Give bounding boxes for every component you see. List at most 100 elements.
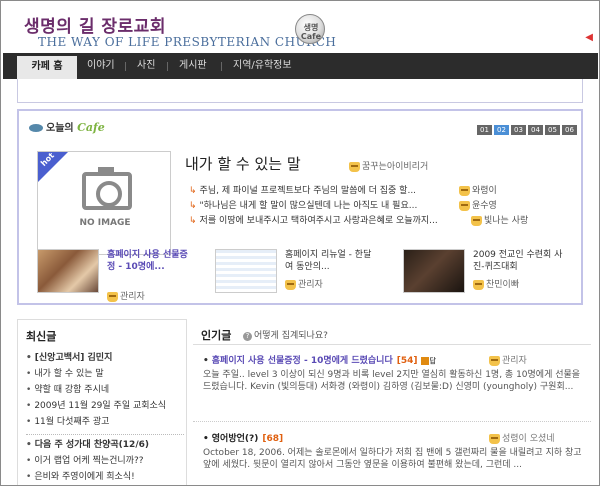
how-counted-link[interactable]: ? 어떻게 집계되나요? bbox=[243, 328, 328, 341]
user-level-icon bbox=[473, 279, 484, 290]
featured-thumbnail[interactable]: hot NO IMAGE bbox=[37, 151, 171, 255]
logo-korean[interactable]: 생명의 길 장로교회 bbox=[24, 12, 166, 37]
list-item[interactable]: 내가 할 수 있는 말 bbox=[26, 366, 184, 382]
nav-divider bbox=[221, 62, 222, 71]
no-image-label: NO IMAGE bbox=[79, 218, 131, 228]
list-item[interactable]: [신앙고백서] 김민지 bbox=[26, 350, 184, 366]
reply-user[interactable]: 빛나는 사랑 bbox=[471, 213, 528, 226]
reply-arrow-icon: ↳ bbox=[189, 216, 197, 226]
main-nav: 카페 홈 이야기 사진 게시판 지역/유학정보 bbox=[3, 53, 598, 79]
user-level-icon bbox=[459, 185, 470, 196]
mini-post-title[interactable]: 2009 전교인 수련회 사진-퀴즈대회 bbox=[473, 249, 569, 273]
featured-author-name: 꿈꾸는아이비리거 bbox=[362, 162, 429, 172]
popular-heading: 인기글 bbox=[201, 329, 232, 342]
reply-user-name: 와령이 bbox=[472, 186, 497, 196]
tab-board[interactable]: 게시판 bbox=[179, 53, 207, 79]
popular-posts-panel: 인기글 ?어떻게 집계되나요? 홈페이지 사용 선물증정 - 10명에게 드렸습… bbox=[193, 319, 591, 485]
speech-bubble-icon bbox=[29, 124, 43, 132]
post-author[interactable]: 관리자 bbox=[489, 353, 527, 366]
page-selector: 01 02 03 04 05 06 bbox=[475, 125, 577, 135]
reply-user[interactable]: 와령이 bbox=[459, 183, 497, 196]
post-title-text: 영어방언(?) bbox=[211, 434, 259, 444]
sub-bar bbox=[17, 79, 583, 103]
list-item[interactable]: 다음 주 성가대 찬양곡(12/6) bbox=[26, 437, 184, 453]
divider bbox=[193, 421, 591, 422]
page-button-02[interactable]: 02 bbox=[494, 125, 509, 135]
list-item[interactable]: 2009년 11월 29일 주일 교회소식 bbox=[26, 398, 184, 414]
post-author-name: 관리자 bbox=[502, 356, 527, 366]
cafe-cup-label-2: Cafe bbox=[300, 32, 322, 41]
reply-arrow-icon: ↳ bbox=[189, 186, 197, 196]
post-thumbnail[interactable] bbox=[403, 249, 465, 293]
popular-post-title[interactable]: 홈페이지 사용 선물증정 - 10명에게 드렸습니다[54] 답 bbox=[203, 353, 436, 366]
recent-posts-panel: 최신글 [신앙고백서] 김민지 내가 할 수 있는 말 약할 때 강함 주시네 … bbox=[17, 319, 187, 485]
tab-photos[interactable]: 사진 bbox=[137, 53, 155, 79]
recent-list: [신앙고백서] 김민지 내가 할 수 있는 말 약할 때 강함 주시네 2009… bbox=[26, 350, 184, 485]
page-button-06[interactable]: 06 bbox=[562, 125, 577, 135]
user-level-icon bbox=[285, 279, 296, 290]
page-button-04[interactable]: 04 bbox=[528, 125, 543, 135]
comment-count: [68] bbox=[262, 434, 284, 444]
post-thumbnail[interactable] bbox=[215, 249, 277, 293]
recent-heading: 최신글 bbox=[26, 330, 57, 343]
mini-post-user-name: 관리자 bbox=[298, 280, 323, 290]
user-level-icon bbox=[349, 161, 360, 172]
mini-post-user-name: 찬민이빠 bbox=[486, 280, 520, 290]
user-level-icon bbox=[489, 355, 500, 366]
cafe-cup-icon[interactable]: 생명 Cafe bbox=[290, 8, 332, 48]
nav-divider bbox=[167, 62, 168, 71]
post-thumbnail[interactable] bbox=[37, 249, 99, 293]
reply-arrow-icon: ↳ bbox=[189, 201, 197, 211]
todays-label: 오늘의 bbox=[46, 123, 74, 134]
todays-cafe-box: 오늘의 Cafe 01 02 03 04 05 06 hot NO IMAGE 내가 할 … bbox=[17, 109, 583, 305]
cafe-word: Cafe bbox=[77, 121, 105, 134]
reply-text: 저를 이땅에 보내주시고 택하여주시고 사랑과은혜로 오늘까지... bbox=[199, 216, 438, 226]
page-button-01[interactable]: 01 bbox=[477, 125, 492, 135]
mini-post-user[interactable]: 관리자 bbox=[285, 277, 323, 290]
tab-stories[interactable]: 이야기 bbox=[87, 53, 115, 79]
reply-user-name: 윤수영 bbox=[472, 201, 497, 211]
mini-post-title[interactable]: 홈페이지 사용 선물증정 - 10명에... bbox=[107, 249, 195, 273]
user-level-icon bbox=[489, 433, 500, 444]
list-item[interactable]: 은비와 주영이에게 희소식! bbox=[26, 469, 184, 485]
list-divider bbox=[26, 434, 184, 435]
mini-post-user[interactable]: 찬민이빠 bbox=[473, 277, 519, 290]
cafe-window: 생명의 길 장로교회 THE WAY OF LIFE PRESBYTERIAN … bbox=[0, 0, 600, 486]
site-header: 생명의 길 장로교회 THE WAY OF LIFE PRESBYTERIAN … bbox=[2, 2, 599, 52]
reply-text: "하나님은 내게 할 말이 많으실텐데 나는 아직도 내 필요... bbox=[199, 201, 418, 211]
comment-count: [54] bbox=[396, 356, 418, 366]
mini-post-title[interactable]: 홈페이지 리뉴얼 - 한달여 동안의... bbox=[285, 249, 373, 273]
reply-badge: 답 bbox=[429, 357, 436, 365]
reply-user[interactable]: 윤수영 bbox=[459, 198, 497, 211]
user-level-icon bbox=[459, 200, 470, 211]
corner-arrow-icon[interactable]: ◀ bbox=[585, 32, 593, 43]
reply-item[interactable]: ↳ "하나님은 내게 할 말이 많으실텐데 나는 아직도 내 필요... bbox=[189, 198, 417, 211]
mini-post-user[interactable]: 관리자 bbox=[107, 289, 145, 302]
reply-item[interactable]: ↳ 주님, 제 파이널 프로젝트보다 주님의 말씀에 더 집중 할... bbox=[189, 183, 416, 196]
post-excerpt[interactable]: 오늘 주일.. level 3 이상이 되신 9명과 비록 level 2지만 … bbox=[203, 369, 583, 393]
post-author[interactable]: 성령이 오셨네 bbox=[489, 431, 555, 444]
tab-cafe-home[interactable]: 카페 홈 bbox=[17, 53, 77, 79]
list-item[interactable]: 약할 때 강함 주시네 bbox=[26, 382, 184, 398]
list-item[interactable]: 이거 랩업 어케 찍는건니까?? bbox=[26, 453, 184, 469]
reply-item[interactable]: ↳ 저를 이땅에 보내주시고 택하여주시고 사랑과은혜로 오늘까지... bbox=[189, 213, 438, 226]
featured-title[interactable]: 내가 할 수 있는 말 bbox=[185, 153, 301, 174]
page-button-05[interactable]: 05 bbox=[545, 125, 560, 135]
mini-post-user-name: 관리자 bbox=[120, 292, 145, 302]
user-level-icon bbox=[471, 215, 482, 226]
post-excerpt[interactable]: October 18, 2006. 어제는 솔로몬에서 일하다가 저희 집 밴에… bbox=[203, 447, 583, 471]
attachment-icon bbox=[420, 356, 429, 365]
user-level-icon bbox=[107, 291, 118, 302]
post-author-name: 성령이 오셨네 bbox=[502, 434, 555, 444]
tab-region-info[interactable]: 지역/유학정보 bbox=[233, 53, 292, 79]
nav-divider bbox=[125, 62, 126, 71]
divider bbox=[193, 344, 591, 345]
popular-post-title[interactable]: 영어방언(?)[68] bbox=[203, 431, 283, 444]
reply-text: 주님, 제 파이널 프로젝트보다 주님의 말씀에 더 집중 할... bbox=[199, 186, 417, 196]
todays-cafe-title: 오늘의 Cafe bbox=[29, 119, 105, 134]
list-item[interactable]: 11월 다섯째주 광고 bbox=[26, 414, 184, 430]
featured-author[interactable]: 꿈꾸는아이비리거 bbox=[349, 159, 428, 172]
how-counted-text: 어떻게 집계되나요? bbox=[254, 331, 328, 341]
question-icon: ? bbox=[243, 332, 252, 341]
page-button-03[interactable]: 03 bbox=[511, 125, 526, 135]
